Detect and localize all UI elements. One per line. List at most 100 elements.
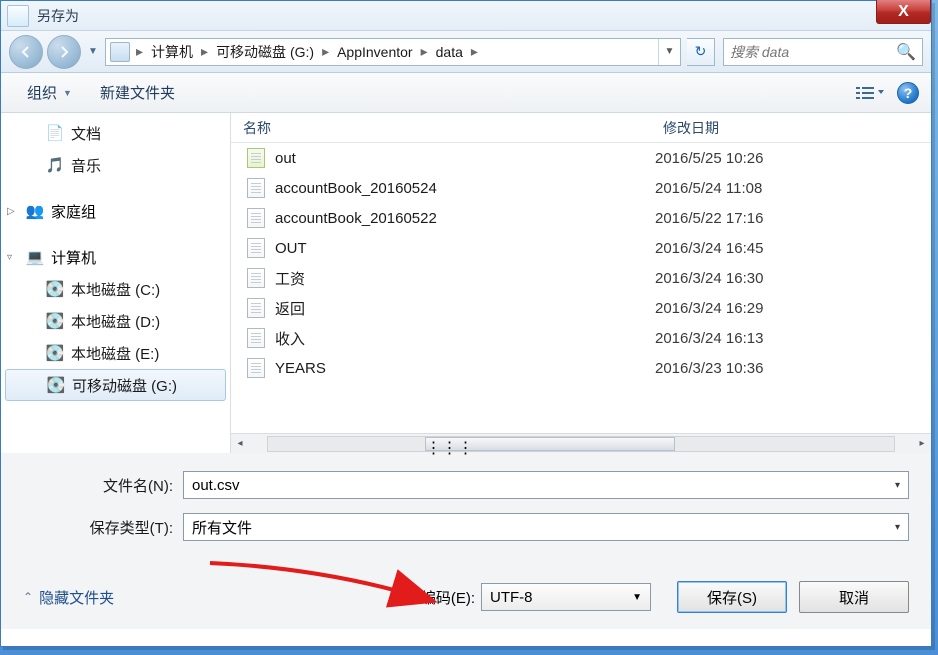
sidebar-item-drive-d[interactable]: 💽本地磁盘 (D:) xyxy=(1,305,230,337)
file-row[interactable]: 工资2016/3/24 16:30 xyxy=(231,263,931,293)
navbar: ▼ ▸ 计算机 ▸ 可移动磁盘 (G:) ▸ AppInventor ▸ dat… xyxy=(1,31,931,73)
refresh-button[interactable]: ↻ xyxy=(687,38,715,66)
music-icon: 🎵 xyxy=(45,155,65,175)
dropdown-icon[interactable]: ▾ xyxy=(895,480,900,491)
file-icon xyxy=(245,207,267,229)
titlebar: 另存为 X xyxy=(1,1,931,31)
dropdown-icon[interactable]: ▼ xyxy=(632,592,642,603)
filetype-label: 保存类型(T): xyxy=(23,517,183,538)
file-row[interactable]: OUT2016/3/24 16:45 xyxy=(231,233,931,263)
sidebar-item-documents[interactable]: 📄文档 xyxy=(1,117,230,149)
search-icon: 🔍 xyxy=(896,42,916,62)
window-title: 另存为 xyxy=(37,6,79,26)
file-row[interactable]: YEARS2016/3/23 10:36 xyxy=(231,353,931,383)
file-date: 2016/3/24 16:30 xyxy=(655,270,931,287)
column-modified[interactable]: 修改日期 xyxy=(651,118,931,138)
file-date: 2016/5/22 17:16 xyxy=(655,210,931,227)
file-row[interactable]: 收入2016/3/24 16:13 xyxy=(231,323,931,353)
file-icon xyxy=(245,327,267,349)
chevron-right-icon: ▷ xyxy=(7,206,15,217)
file-date: 2016/3/24 16:13 xyxy=(655,330,931,347)
sidebar-item-drive-c[interactable]: 💽本地磁盘 (C:) xyxy=(1,273,230,305)
history-dropdown[interactable]: ▼ xyxy=(85,42,101,62)
breadcrumb-dropdown[interactable]: ▼ xyxy=(658,39,680,65)
homegroup-icon: 👥 xyxy=(25,201,45,221)
search-input[interactable] xyxy=(730,44,892,60)
scroll-right-icon[interactable]: ▸ xyxy=(913,438,931,449)
crumb-folder2[interactable]: data xyxy=(430,39,469,65)
column-name[interactable]: 名称 xyxy=(231,118,651,138)
crumb-sep-icon: ▸ xyxy=(134,43,145,60)
horizontal-scrollbar[interactable]: ◂ ⋮⋮⋮ ▸ xyxy=(231,433,931,453)
file-row[interactable]: accountBook_201605242016/5/24 11:08 xyxy=(231,173,931,203)
crumb-sep-icon: ▸ xyxy=(419,43,430,60)
disk-icon: 💽 xyxy=(45,343,65,363)
help-button[interactable]: ? xyxy=(897,82,919,104)
file-name: accountBook_20160522 xyxy=(275,210,655,227)
app-icon xyxy=(7,5,29,27)
crumb-sep-icon: ▸ xyxy=(199,43,210,60)
file-name: YEARS xyxy=(275,360,655,377)
back-button[interactable] xyxy=(9,35,43,69)
file-name: out xyxy=(275,150,655,167)
filetype-field[interactable]: 所有文件▾ xyxy=(183,513,909,541)
chevron-up-icon: ⌃ xyxy=(23,590,33,604)
sidebar-group-computer[interactable]: ▿💻计算机 xyxy=(1,241,230,273)
file-row[interactable]: out2016/5/25 10:26 xyxy=(231,143,931,173)
file-name: 工资 xyxy=(275,268,655,289)
file-list-pane: 名称 修改日期 out2016/5/25 10:26accountBook_20… xyxy=(231,113,931,453)
file-icon xyxy=(245,357,267,379)
scroll-left-icon[interactable]: ◂ xyxy=(231,438,249,449)
body: 📄文档 🎵音乐 ▷👥家庭组 ▿💻计算机 💽本地磁盘 (C:) 💽本地磁盘 (D:… xyxy=(1,113,931,453)
organize-button[interactable]: 组织▼ xyxy=(13,78,86,107)
file-list[interactable]: out2016/5/25 10:26accountBook_2016052420… xyxy=(231,143,931,433)
disk-icon: 💽 xyxy=(46,375,66,395)
list-header: 名称 修改日期 xyxy=(231,113,931,143)
view-options-button[interactable] xyxy=(851,82,889,104)
forward-button[interactable] xyxy=(47,35,81,69)
filename-field[interactable]: out.csv▾ xyxy=(183,471,909,499)
disk-icon: 💽 xyxy=(45,311,65,331)
file-date: 2016/3/24 16:45 xyxy=(655,240,931,257)
file-date: 2016/5/25 10:26 xyxy=(655,150,931,167)
crumb-computer[interactable]: 计算机 xyxy=(145,39,199,65)
file-icon xyxy=(245,147,267,169)
sidebar-item-drive-g[interactable]: 💽可移动磁盘 (G:) xyxy=(5,369,226,401)
file-row[interactable]: 返回2016/3/24 16:29 xyxy=(231,293,931,323)
crumb-folder1[interactable]: AppInventor xyxy=(331,39,419,65)
search-box[interactable]: 🔍 xyxy=(723,38,923,66)
file-name: 返回 xyxy=(275,298,655,319)
scroll-thumb[interactable]: ⋮⋮⋮ xyxy=(425,437,675,451)
documents-icon: 📄 xyxy=(45,123,65,143)
save-button[interactable]: 保存(S) xyxy=(677,581,787,613)
breadcrumb[interactable]: ▸ 计算机 ▸ 可移动磁盘 (G:) ▸ AppInventor ▸ data … xyxy=(105,38,681,66)
file-icon xyxy=(245,267,267,289)
scroll-track[interactable]: ⋮⋮⋮ xyxy=(267,436,895,452)
new-folder-button[interactable]: 新建文件夹 xyxy=(86,78,189,107)
crumb-sep-icon: ▸ xyxy=(469,43,480,60)
toolbar: 组织▼ 新建文件夹 ? xyxy=(1,73,931,113)
save-as-dialog: 另存为 X ▼ ▸ 计算机 ▸ 可移动磁盘 (G:) ▸ AppInventor… xyxy=(0,0,932,647)
encoding-select[interactable]: UTF-8▼ xyxy=(481,583,651,611)
sidebar[interactable]: 📄文档 🎵音乐 ▷👥家庭组 ▿💻计算机 💽本地磁盘 (C:) 💽本地磁盘 (D:… xyxy=(1,113,231,453)
file-icon xyxy=(245,237,267,259)
sidebar-group-homegroup[interactable]: ▷👥家庭组 xyxy=(1,195,230,227)
dropdown-icon[interactable]: ▾ xyxy=(895,522,900,533)
crumb-drive[interactable]: 可移动磁盘 (G:) xyxy=(210,39,320,65)
sidebar-item-music[interactable]: 🎵音乐 xyxy=(1,149,230,181)
sidebar-item-drive-e[interactable]: 💽本地磁盘 (E:) xyxy=(1,337,230,369)
form-area: 文件名(N): out.csv▾ 保存类型(T): 所有文件▾ xyxy=(1,453,931,569)
close-button[interactable]: X xyxy=(876,0,931,24)
chevron-down-icon: ▿ xyxy=(7,252,12,263)
computer-icon: 💻 xyxy=(25,247,45,267)
cancel-button[interactable]: 取消 xyxy=(799,581,909,613)
disk-icon: 💽 xyxy=(45,279,65,299)
file-row[interactable]: accountBook_201605222016/5/22 17:16 xyxy=(231,203,931,233)
filename-label: 文件名(N): xyxy=(23,475,183,496)
hide-folders-link[interactable]: ⌃隐藏文件夹 xyxy=(23,587,114,608)
drive-icon xyxy=(110,42,130,62)
file-date: 2016/3/23 10:36 xyxy=(655,360,931,377)
file-date: 2016/5/24 11:08 xyxy=(655,180,931,197)
file-name: accountBook_20160524 xyxy=(275,180,655,197)
file-name: OUT xyxy=(275,240,655,257)
